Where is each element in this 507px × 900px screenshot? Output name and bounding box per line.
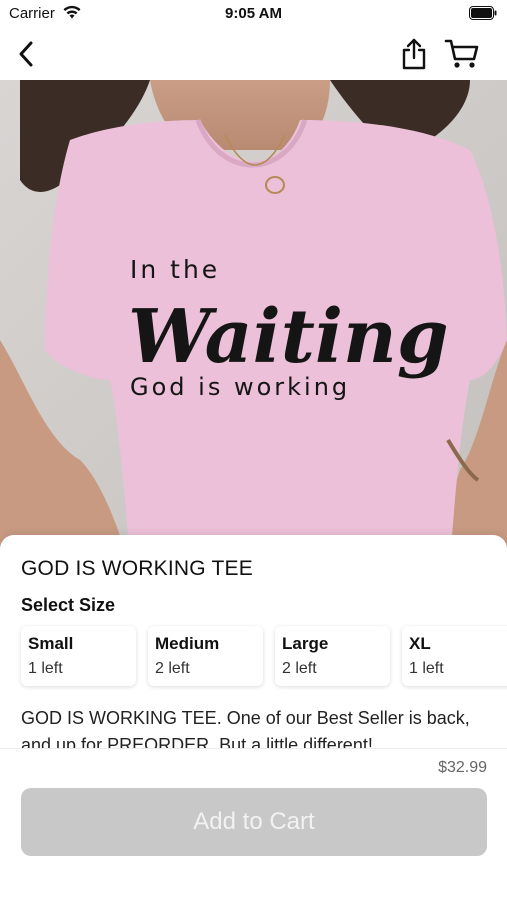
size-option-small[interactable]: Small 1 left [21, 626, 136, 686]
print-line-2: Waiting [128, 294, 449, 380]
cart-icon [444, 39, 479, 68]
product-price: $32.99 [438, 759, 487, 776]
purchase-footer: $32.99 Add to Cart [0, 748, 507, 900]
chevron-left-icon [19, 41, 33, 67]
battery-icon [469, 6, 497, 20]
size-option-large[interactable]: Large 2 left [275, 626, 390, 686]
size-options: Small 1 left Medium 2 left Large 2 left … [21, 626, 507, 688]
select-size-heading: Select Size [21, 595, 116, 615]
size-name: Small [28, 634, 74, 653]
share-button[interactable] [394, 34, 434, 74]
product-image: In the Waiting God is working [0, 80, 507, 560]
print-line-1: In the [130, 255, 220, 284]
size-stock: 2 left [155, 660, 190, 677]
size-option-medium[interactable]: Medium 2 left [148, 626, 263, 686]
size-name: Large [282, 634, 329, 653]
add-to-cart-button[interactable]: Add to Cart [21, 788, 487, 856]
print-line-3: God is working [130, 373, 350, 401]
cart-button[interactable] [442, 34, 482, 74]
size-option-xl[interactable]: XL 1 left [402, 626, 507, 686]
nav-bar [0, 28, 507, 80]
size-name: Medium [155, 634, 220, 653]
size-stock: 1 left [409, 660, 444, 677]
size-stock: 2 left [282, 660, 317, 677]
size-name: XL [409, 634, 431, 653]
size-stock: 1 left [28, 660, 63, 677]
product-description: GOD IS WORKING TEE. One of our Best Sell… [21, 708, 470, 751]
share-icon [402, 38, 426, 70]
status-bar: Carrier 9:05 AM [0, 0, 507, 28]
back-button[interactable] [6, 34, 46, 74]
product-title: GOD IS WORKING TEE [21, 557, 253, 580]
status-time: 9:05 AM [225, 5, 282, 22]
product-details-sheet: GOD IS WORKING TEE Select Size Small 1 l… [0, 535, 507, 755]
